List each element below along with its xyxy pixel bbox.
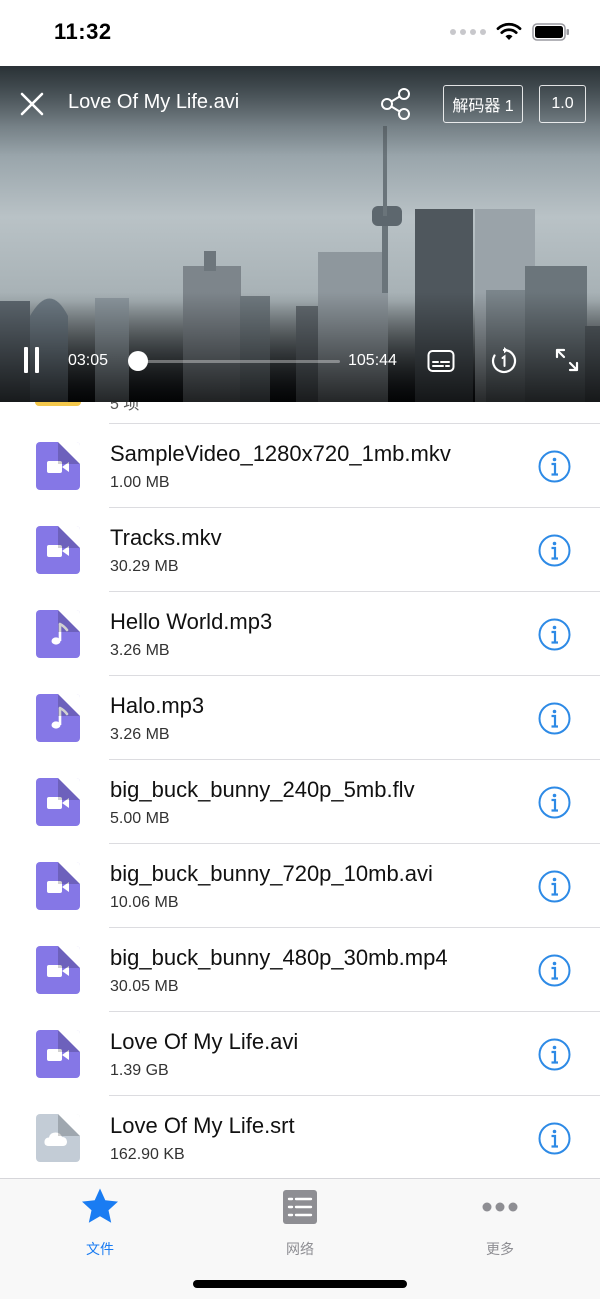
list-item[interactable]: big_buck_bunny_480p_30mb.mp4 30.05 MB (0, 928, 600, 1012)
tab-network-label: 网络 (286, 1241, 314, 1257)
file-size: 162.90 KB (110, 1146, 185, 1163)
video-player[interactable]: Love Of My Life.avi 解码器 1 1.0 03:05 105:… (0, 66, 600, 402)
status-indicators (450, 22, 570, 42)
seek-slider[interactable] (128, 351, 340, 371)
video-title: Love Of My Life.avi (68, 91, 240, 113)
list-item[interactable]: big_buck_bunny_720p_10mb.avi 10.06 MB (0, 844, 600, 928)
battery-icon (532, 23, 569, 41)
info-icon[interactable] (538, 786, 571, 819)
file-size: 3.26 MB (110, 726, 170, 743)
cellular-signal-icon (450, 29, 486, 35)
folder-icon (35, 402, 81, 406)
file-name: Love Of My Life.avi (110, 1029, 299, 1054)
file-name: Tracks.mkv (110, 525, 222, 550)
file-size: 3.26 MB (110, 642, 170, 659)
list-item[interactable]: Halo.mp3 3.26 MB (0, 676, 600, 760)
share-icon[interactable] (378, 86, 414, 122)
info-icon[interactable] (538, 618, 571, 651)
info-icon[interactable] (538, 1038, 571, 1071)
file-list[interactable]: 5 项 SampleVideo_1280x720_1mb.mkv 1.00 MB T… (0, 402, 600, 1178)
file-size: 1.39 GB (110, 1062, 169, 1079)
file-size: 10.06 MB (110, 894, 179, 911)
file-name: Hello World.mp3 (110, 609, 273, 634)
file-name: Love Of My Life.srt (110, 1113, 295, 1138)
list-item[interactable]: big_buck_bunny_240p_5mb.flv 5.00 MB (0, 760, 600, 844)
video-file-icon (36, 526, 80, 574)
cloud-file-icon (36, 1114, 80, 1162)
file-size: 5.00 MB (110, 810, 170, 827)
list-item-partial[interactable]: 5 项 (0, 402, 600, 424)
replay-icon[interactable] (489, 346, 519, 376)
pause-button[interactable] (22, 347, 42, 373)
video-file-icon (36, 862, 80, 910)
list-item[interactable]: Tracks.mkv 30.29 MB (0, 508, 600, 592)
info-icon[interactable] (538, 954, 571, 987)
tab-files[interactable]: 文件 (40, 1187, 160, 1257)
wifi-icon (496, 22, 522, 40)
audio-file-icon (36, 610, 80, 658)
star-icon (82, 1188, 118, 1223)
tab-more-label: 更多 (486, 1241, 514, 1257)
file-name: SampleVideo_1280x720_1mb.mkv (110, 441, 451, 466)
video-file-icon (36, 442, 80, 490)
info-icon[interactable] (538, 702, 571, 735)
file-size: 30.05 MB (110, 978, 179, 995)
tab-more[interactable]: 更多 (440, 1187, 560, 1257)
list-item[interactable]: Love Of My Life.srt 162.90 KB (0, 1096, 600, 1178)
file-size: 30.29 MB (110, 558, 179, 575)
tab-files-label: 文件 (86, 1241, 114, 1257)
file-size: 1.00 MB (110, 474, 170, 491)
info-icon[interactable] (538, 450, 571, 483)
info-icon[interactable] (538, 534, 571, 567)
status-time: 11:32 (54, 19, 112, 44)
home-indicator (193, 1280, 407, 1288)
file-name: big_buck_bunny_720p_10mb.avi (110, 861, 433, 886)
total-duration: 105:44 (348, 352, 397, 369)
list-item[interactable]: Hello World.mp3 3.26 MB (0, 592, 600, 676)
more-icon (482, 1202, 518, 1212)
list-item[interactable]: Love Of My Life.avi 1.39 GB (0, 1012, 600, 1096)
decoder-button[interactable]: 解码器 1 (443, 85, 523, 123)
info-icon[interactable] (538, 1122, 571, 1155)
file-name: Halo.mp3 (110, 693, 205, 718)
partial-item-count: 5 项 (110, 402, 140, 413)
video-file-icon (36, 1030, 80, 1078)
subtitles-icon[interactable] (427, 349, 455, 373)
status-bar: 11:32 (0, 0, 600, 66)
playback-speed-button[interactable]: 1.0 (539, 85, 586, 123)
video-file-icon (36, 946, 80, 994)
list-icon (283, 1190, 317, 1224)
file-name: big_buck_bunny_240p_5mb.flv (110, 777, 415, 802)
list-item[interactable]: SampleVideo_1280x720_1mb.mkv 1.00 MB (0, 424, 600, 508)
close-icon[interactable] (18, 90, 46, 118)
fullscreen-icon[interactable] (554, 347, 580, 373)
video-file-icon (36, 778, 80, 826)
info-icon[interactable] (538, 870, 571, 903)
current-time: 03:05 (68, 352, 109, 369)
tab-network[interactable]: 网络 (240, 1187, 360, 1257)
file-name: big_buck_bunny_480p_30mb.mp4 (110, 945, 448, 970)
audio-file-icon (36, 694, 80, 742)
